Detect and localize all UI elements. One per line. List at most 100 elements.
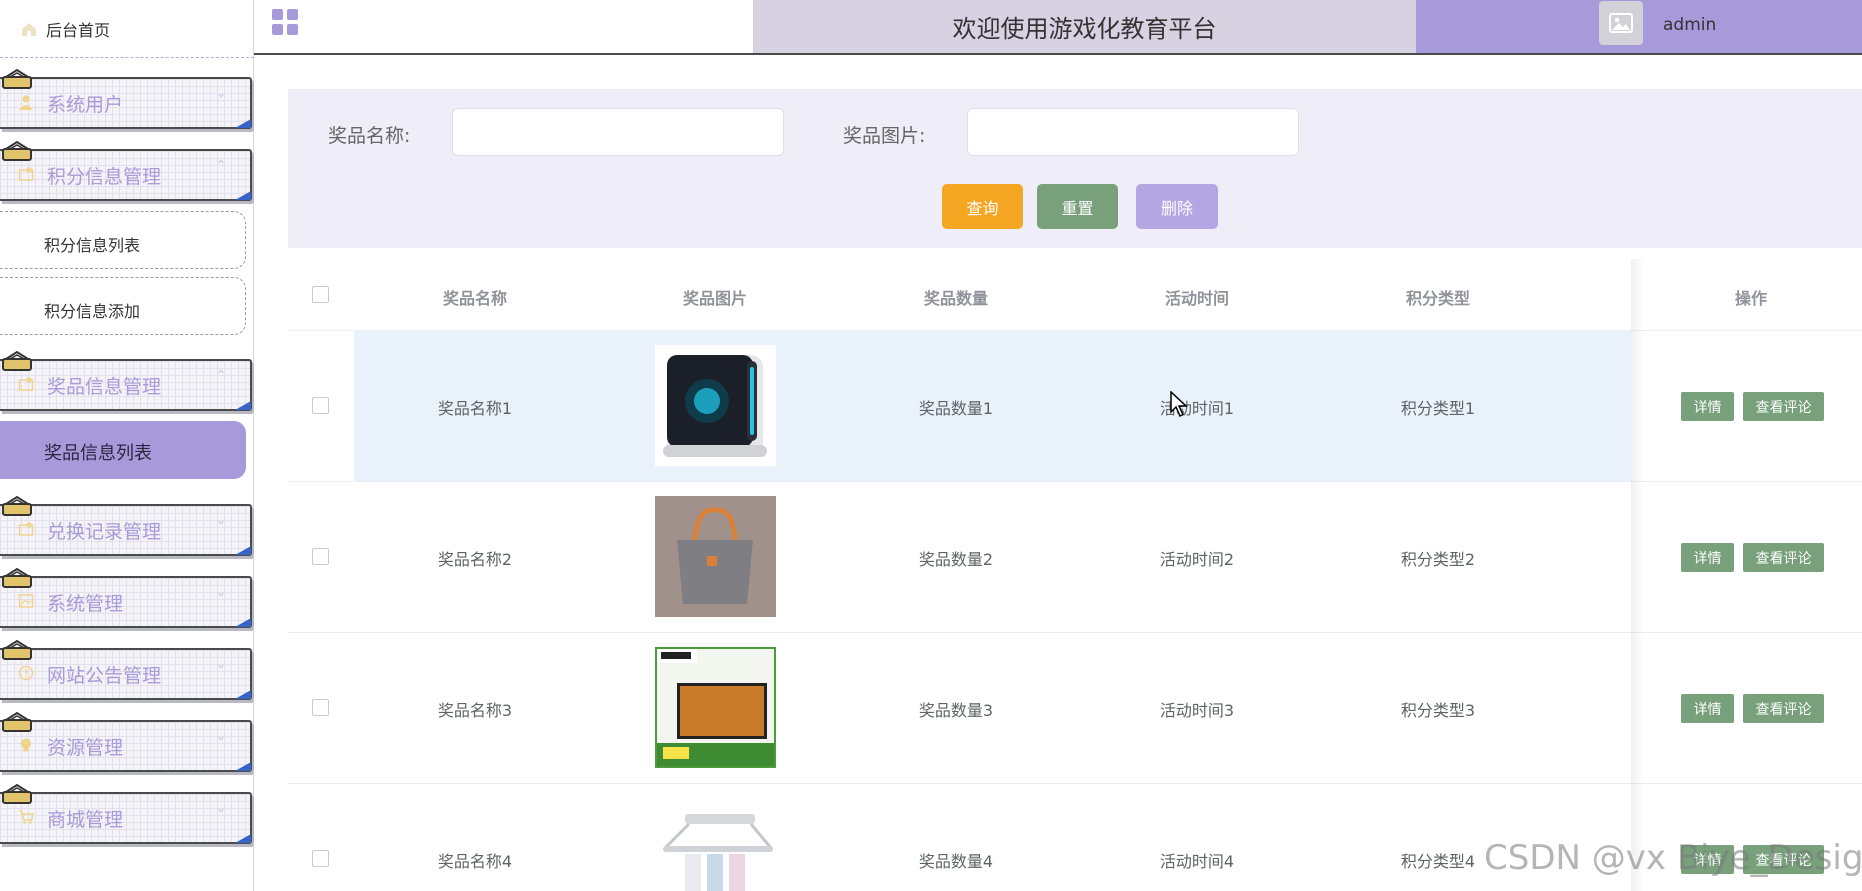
query-button[interactable]: 查询 [942, 184, 1023, 229]
binder-clip-icon [2, 68, 32, 89]
row-checkbox[interactable] [312, 397, 329, 414]
chevron-down-icon: ⌄ [215, 657, 226, 671]
view-comments-button[interactable]: 查看评论 [1743, 694, 1824, 723]
search-panel: 奖品名称: 奖品图片: 查询 重置 删除 [288, 89, 1862, 248]
prize-image-label: 奖品图片: [843, 125, 926, 147]
prize-name-cell: 奖品名称2 [437, 550, 513, 569]
points-type-cell: 积分类型3 [1400, 701, 1476, 720]
sidebar-item-prize-list[interactable]: 奖品信息列表 [0, 421, 246, 479]
points-type-cell: 积分类型1 [1400, 399, 1476, 418]
chevron-up-icon: ⌃ [215, 368, 226, 382]
sidebar-menu-exchange[interactable]: 兑换记录管理 ⌄ [0, 495, 252, 556]
row-checkbox[interactable] [312, 699, 329, 716]
column-header[interactable]: 积分类型 [1406, 285, 1470, 309]
column-header[interactable]: 奖品图片 [683, 285, 747, 309]
sidebar-menu-label: 系统用户 [47, 94, 124, 116]
chevron-up-icon: ⌃ [215, 158, 226, 172]
sidebar-menu-shop[interactable]: 商城管理 ⌄ [0, 783, 252, 844]
column-header[interactable]: 奖品名称 [443, 285, 507, 309]
watermark: CSDN @vx Biye_Design [1484, 838, 1862, 878]
prize-quantity-cell: 奖品数量4 [918, 852, 994, 871]
detail-button[interactable]: 详情 [1681, 543, 1734, 572]
header-title-block: 欢迎使用游戏化教育平台 [753, 0, 1416, 53]
sidebar-menu-label: 商城管理 [47, 809, 124, 831]
sidebar-item-points-list[interactable]: 积分信息列表 [0, 211, 246, 269]
delete-button[interactable]: 删除 [1136, 184, 1218, 229]
chevron-down-icon: ⌄ [215, 585, 226, 599]
user-icon [19, 95, 33, 110]
table-row[interactable]: 奖品名称3 奖品数量3 活动时间3 积分类型3 详情 查看评论 [288, 633, 1862, 784]
user-menu[interactable]: admin [1416, 0, 1862, 53]
sidebar-item-label: 奖品信息列表 [44, 443, 152, 464]
prize-name-label: 奖品名称: [328, 125, 411, 147]
sidebar-menu-system-users[interactable]: 系统用户 ⌄ [0, 68, 252, 129]
sidebar-item-label: 积分信息添加 [44, 302, 141, 321]
view-comments-button[interactable]: 查看评论 [1743, 543, 1824, 572]
sidebar-menu-resources[interactable]: 资源管理 ⌄ [0, 711, 252, 772]
sidebar-menu-announcements[interactable]: 网站公告管理 ⌄ [0, 639, 252, 700]
sidebar-menu-label: 奖品信息管理 [47, 376, 162, 398]
tote-bag-image [655, 496, 776, 617]
prize-image-input[interactable] [967, 108, 1299, 156]
points-type-cell: 积分类型4 [1400, 852, 1476, 871]
chevron-down-icon: ⌄ [215, 729, 226, 743]
info-icon [18, 665, 34, 681]
home-icon [22, 22, 36, 36]
picture-icon [18, 594, 34, 608]
grid-menu-icon[interactable] [272, 9, 298, 35]
sidebar-menu-label: 积分信息管理 [47, 166, 162, 188]
table-row[interactable]: 奖品名称2 奖品数量2 活动时间2 积分类型2 详情 查看评论 [288, 482, 1862, 633]
prize-name-cell: 奖品名称3 [437, 701, 513, 720]
column-header[interactable]: 奖品数量 [924, 285, 988, 309]
sidebar-menu-label: 系统管理 [47, 593, 124, 615]
sidebar-menu-points[interactable]: 积分信息管理 ⌃ [0, 140, 252, 201]
sidebar-item-label: 后台首页 [46, 20, 111, 40]
binder-clip-icon [2, 639, 32, 660]
sidebar-item-home[interactable]: 后台首页 [0, 0, 254, 58]
binder-clip-icon [2, 711, 32, 732]
sidebar-item-points-add[interactable]: 积分信息添加 [0, 277, 246, 335]
view-comments-button[interactable]: 查看评论 [1743, 392, 1824, 421]
folder-icon [18, 167, 34, 181]
lightbulb-icon [21, 738, 31, 752]
username: admin [1663, 15, 1717, 35]
activity-time-cell: 活动时间4 [1159, 852, 1235, 871]
folder-icon [18, 377, 34, 391]
reset-button[interactable]: 重置 [1037, 184, 1118, 229]
sidebar-menu-label: 网站公告管理 [47, 665, 162, 687]
folder-icon [18, 522, 34, 536]
sony-tv-image [655, 647, 776, 768]
detail-button[interactable]: 详情 [1681, 392, 1734, 421]
column-header: 操作 [1734, 289, 1768, 308]
column-header[interactable]: 活动时间 [1165, 285, 1229, 309]
prize-name-cell: 奖品名称1 [437, 399, 513, 418]
chevron-down-icon: ⌄ [215, 801, 226, 815]
points-type-cell: 积分类型2 [1400, 550, 1476, 569]
binder-clip-icon [2, 783, 32, 804]
sidebar-menu-prizes[interactable]: 奖品信息管理 ⌃ [0, 350, 252, 411]
page-title: 欢迎使用游戏化教育平台 [952, 15, 1217, 43]
prize-quantity-cell: 奖品数量1 [918, 399, 994, 418]
drying-rack-image [655, 798, 776, 891]
select-all-checkbox[interactable] [312, 286, 329, 303]
row-checkbox[interactable] [312, 548, 329, 565]
binder-clip-icon [2, 495, 32, 516]
cart-icon [19, 810, 34, 824]
binder-clip-icon [2, 567, 32, 588]
sidebar-menu-label: 兑换记录管理 [47, 521, 162, 543]
prize-name-input[interactable] [452, 108, 784, 156]
row-checkbox[interactable] [312, 850, 329, 867]
table-row[interactable]: 奖品名称1 奖品数量1 活动时间1 积分类型1 详情 查看评论 [288, 331, 1862, 482]
binder-clip-icon [2, 350, 32, 371]
sidebar-menu-label: 资源管理 [47, 737, 124, 759]
prize-quantity-cell: 奖品数量2 [918, 550, 994, 569]
sidebar: 后台首页 系统用户 ⌄ 积分信息管理 ⌃ 积分信息列表 积分信息添加 奖品信息管… [0, 0, 254, 891]
table-header: 奖品名称 奖品图片 奖品数量 活动时间 积分类型 操作 [288, 259, 1862, 331]
avatar[interactable] [1599, 1, 1643, 45]
detail-button[interactable]: 详情 [1681, 694, 1734, 723]
prize-table: 奖品名称 奖品图片 奖品数量 活动时间 积分类型 操作 奖品名称1 奖品数量1 … [288, 259, 1862, 891]
top-header: 欢迎使用游戏化教育平台 admin [254, 0, 1862, 55]
prize-name-cell: 奖品名称4 [437, 852, 513, 871]
sidebar-menu-system[interactable]: 系统管理 ⌄ [0, 567, 252, 628]
mouse-cursor-icon [1170, 391, 1188, 418]
